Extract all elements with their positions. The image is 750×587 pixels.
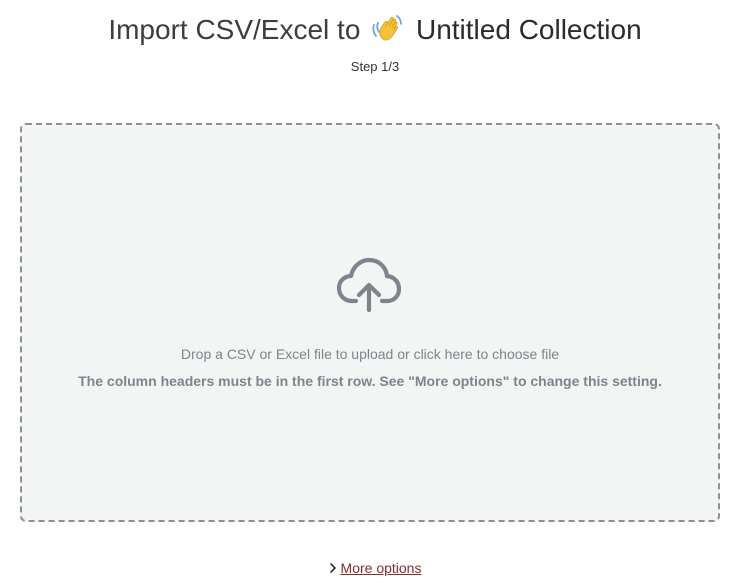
import-header: Import CSV/Excel to Untitled Collection … bbox=[0, 12, 750, 74]
step-indicator: Step 1/3 bbox=[350, 59, 400, 74]
more-options-toggle[interactable]: More options bbox=[0, 560, 750, 576]
import-page: Import CSV/Excel to Untitled Collection … bbox=[0, 0, 750, 587]
chevron-right-icon bbox=[329, 560, 337, 576]
dropzone-hint-text: The column headers must be in the first … bbox=[78, 373, 662, 389]
collection-name: Untitled Collection bbox=[415, 14, 642, 45]
waving-hand-icon bbox=[370, 13, 404, 52]
more-options-link[interactable]: More options bbox=[341, 560, 422, 576]
dropzone-primary-text: Drop a CSV or Excel file to upload or cl… bbox=[180, 346, 560, 362]
file-dropzone[interactable]: Drop a CSV or Excel file to upload or cl… bbox=[20, 123, 720, 522]
cloud-upload-icon bbox=[336, 257, 402, 313]
title-prefix: Import CSV/Excel to bbox=[108, 14, 361, 45]
page-title: Import CSV/Excel to Untitled Collection bbox=[0, 12, 750, 52]
